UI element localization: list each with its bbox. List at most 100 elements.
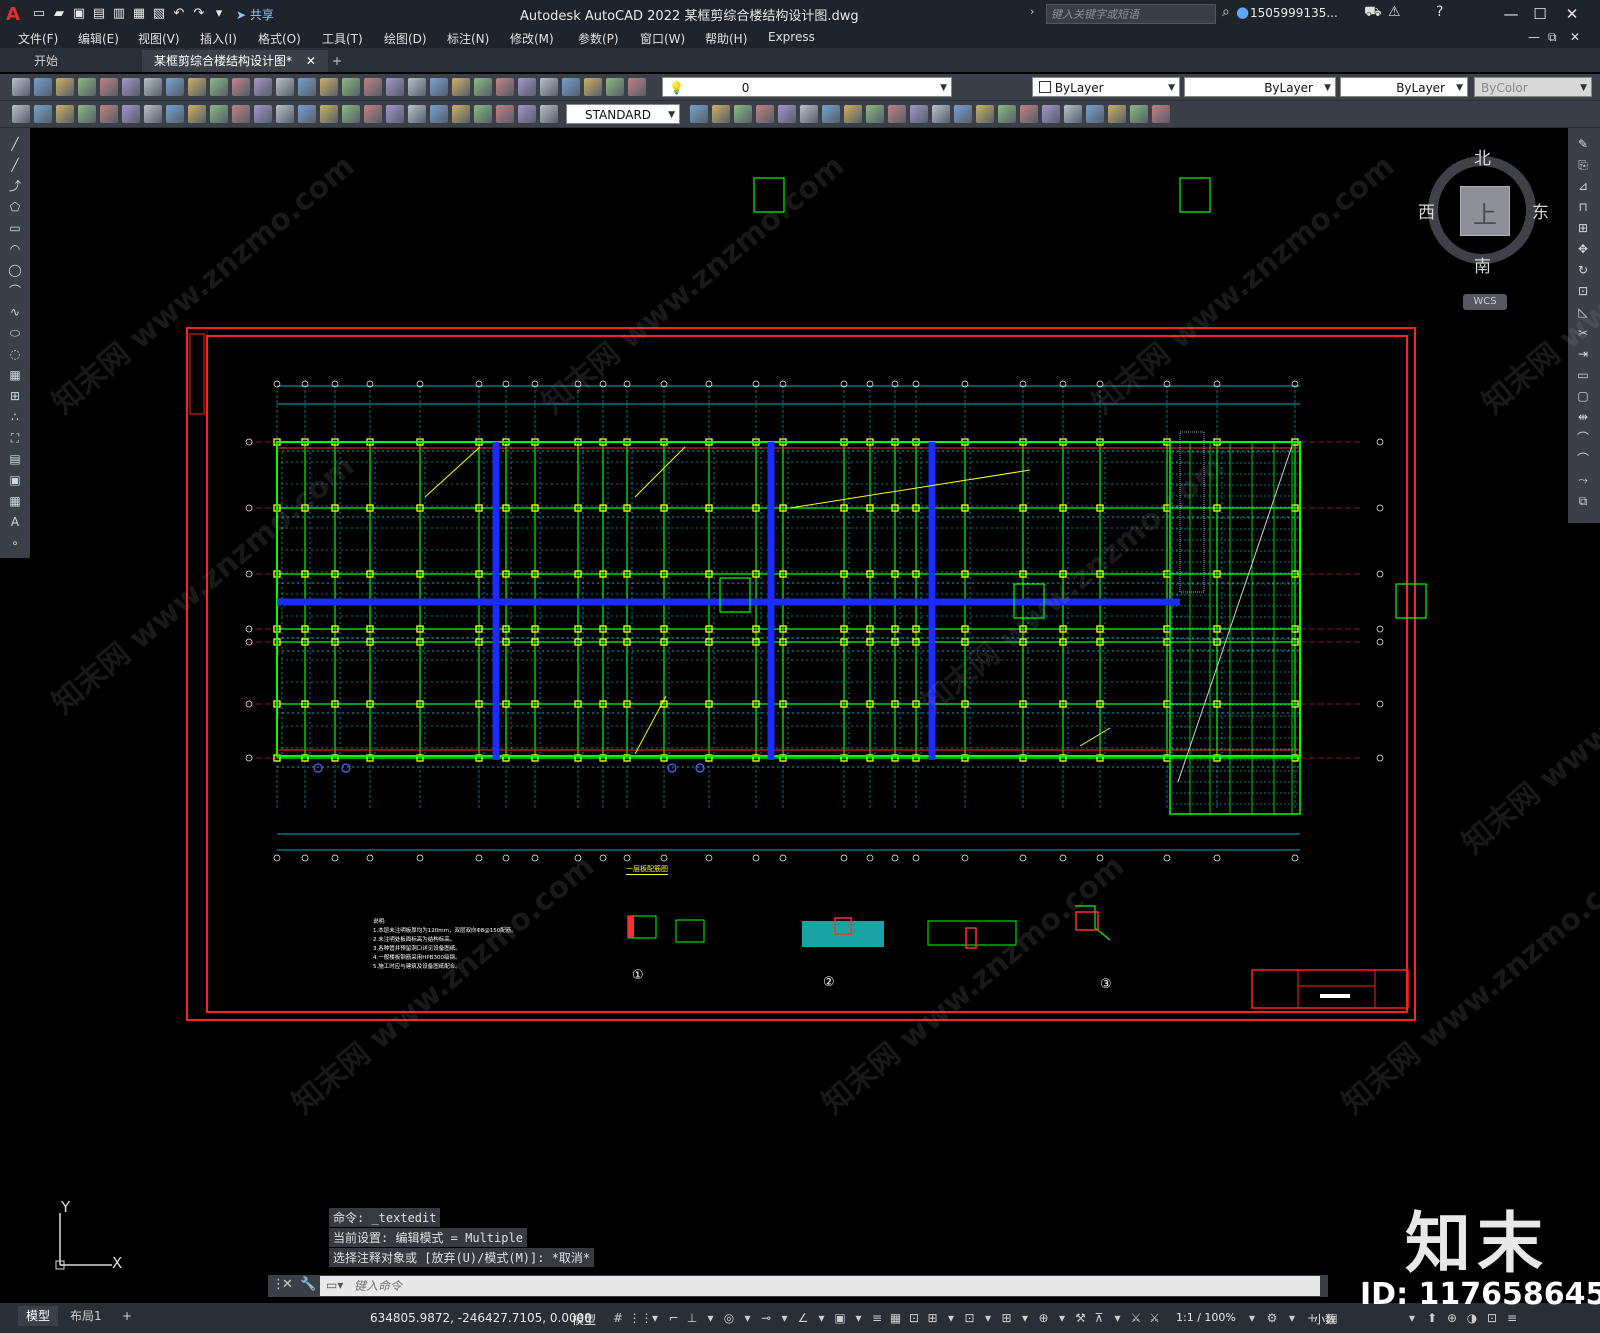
- wcs-menu[interactable]: WCS: [1463, 294, 1507, 310]
- modify-tool-icon[interactable]: ⊓: [1575, 199, 1591, 215]
- close-icon[interactable]: ✕: [282, 1277, 293, 1292]
- help-icon[interactable]: ?: [1436, 4, 1443, 20]
- save-as-icon[interactable]: ▤: [90, 5, 108, 23]
- dimension-tool-icon[interactable]: [210, 105, 228, 123]
- dimension-tool-icon[interactable]: [778, 105, 796, 123]
- dimension-tool-icon[interactable]: [1108, 105, 1126, 123]
- dimension-tool-icon[interactable]: [822, 105, 840, 123]
- status-toggle-icon[interactable]: ⊕: [1036, 1310, 1052, 1326]
- draw-tool-icon[interactable]: ◠: [7, 241, 23, 257]
- status-toggle-icon[interactable]: ▾: [703, 1310, 719, 1326]
- modify-tool-icon[interactable]: ◺: [1575, 304, 1591, 320]
- menu-window[interactable]: 窗口(W): [640, 30, 685, 47]
- modify-tool-icon[interactable]: ✎: [1575, 136, 1591, 152]
- autocad-logo-icon[interactable]: A: [6, 4, 28, 25]
- dimension-tool-icon[interactable]: [756, 105, 774, 123]
- dimension-tool-icon[interactable]: [976, 105, 994, 123]
- standard-tool-icon[interactable]: [144, 78, 162, 96]
- standard-tool-icon[interactable]: [364, 78, 382, 96]
- status-toggle-icon[interactable]: ⊼: [1091, 1310, 1107, 1326]
- status-toggle-icon[interactable]: ⊞: [999, 1310, 1015, 1326]
- compass-south[interactable]: 南: [1474, 252, 1491, 277]
- status-tool-icon[interactable]: ⚙: [1264, 1310, 1280, 1326]
- dimension-tool-icon[interactable]: [78, 105, 96, 123]
- command-prompt-icon[interactable]: ▭▾: [326, 1278, 343, 1292]
- compass-west[interactable]: 西: [1418, 198, 1435, 223]
- draw-tool-icon[interactable]: ⬠: [7, 199, 23, 215]
- lineweight-combo[interactable]: ByLayer ▼: [1340, 77, 1468, 97]
- status-toggle-icon[interactable]: ▾: [1017, 1310, 1033, 1326]
- dimension-tool-icon[interactable]: [122, 105, 140, 123]
- minimize-icon[interactable]: —: [1499, 4, 1523, 24]
- dimension-tool-icon[interactable]: [540, 105, 558, 123]
- status-tool-icon[interactable]: ⊡: [1484, 1310, 1500, 1326]
- status-toggle-icon[interactable]: ▦: [888, 1310, 904, 1326]
- status-tool-icon[interactable]: ⊕: [1444, 1310, 1460, 1326]
- dimension-tool-icon[interactable]: [1152, 105, 1170, 123]
- restore-icon[interactable]: ☐: [1528, 4, 1552, 24]
- drawing-canvas[interactable]: [30, 128, 1568, 1303]
- draw-tool-icon[interactable]: ∘: [7, 535, 23, 551]
- standard-tool-icon[interactable]: [100, 78, 118, 96]
- text-style-combo[interactable]: STANDARD ▼: [566, 104, 680, 124]
- new-tab-button[interactable]: +: [320, 50, 354, 72]
- dimension-tool-icon[interactable]: [342, 105, 360, 123]
- dimension-tool-icon[interactable]: [364, 105, 382, 123]
- units-button[interactable]: 小数: [1314, 1311, 1336, 1327]
- open-icon[interactable]: ▰: [50, 5, 68, 23]
- standard-tool-icon[interactable]: [320, 78, 338, 96]
- model-space-button[interactable]: 模型: [572, 1311, 596, 1328]
- status-toggle-icon[interactable]: ◎: [721, 1310, 737, 1326]
- status-toggle-icon[interactable]: ▣: [832, 1310, 848, 1326]
- status-toggle-icon[interactable]: ▾: [740, 1310, 756, 1326]
- viewcube[interactable]: 上 北 南 东 西: [1418, 149, 1554, 282]
- dimension-tool-icon[interactable]: [144, 105, 162, 123]
- modify-tool-icon[interactable]: ✂: [1575, 325, 1591, 341]
- draw-tool-icon[interactable]: ▭: [7, 220, 23, 236]
- dimension-tool-icon[interactable]: [800, 105, 818, 123]
- viewcube-face[interactable]: 上: [1460, 186, 1510, 236]
- dimension-tool-icon[interactable]: [518, 105, 536, 123]
- menu-edit[interactable]: 编辑(E): [78, 30, 119, 47]
- standard-tool-icon[interactable]: [78, 78, 96, 96]
- modify-tool-icon[interactable]: ⌒: [1575, 451, 1591, 467]
- status-tool-icon[interactable]: ▾: [1404, 1310, 1420, 1326]
- search-input[interactable]: 键入关键字或短语: [1046, 4, 1216, 24]
- status-toggle-icon[interactable]: ⊡: [906, 1310, 922, 1326]
- dimension-tool-icon[interactable]: [910, 105, 928, 123]
- standard-tool-icon[interactable]: [474, 78, 492, 96]
- modify-tool-icon[interactable]: ↻: [1575, 262, 1591, 278]
- doc-restore-icon[interactable]: ⧉: [1548, 30, 1557, 45]
- status-toggle-icon[interactable]: ⚔: [1128, 1310, 1144, 1326]
- draw-tool-icon[interactable]: ⊞: [7, 388, 23, 404]
- status-toggle-icon[interactable]: ▾: [647, 1310, 663, 1326]
- status-toggle-icon[interactable]: #: [610, 1310, 626, 1326]
- plotstyle-combo[interactable]: ByColor ▼: [1474, 77, 1592, 97]
- save-icon[interactable]: ▣: [70, 5, 88, 23]
- compass-north[interactable]: 北: [1474, 144, 1491, 169]
- draw-tool-icon[interactable]: ▦: [7, 367, 23, 383]
- status-tool-icon[interactable]: ◑: [1464, 1310, 1480, 1326]
- status-toggle-icon[interactable]: ▾: [1054, 1310, 1070, 1326]
- status-toggle-icon[interactable]: ⊥: [684, 1310, 700, 1326]
- dimension-tool-icon[interactable]: [430, 105, 448, 123]
- standard-tool-icon[interactable]: [12, 78, 30, 96]
- standard-tool-icon[interactable]: [584, 78, 602, 96]
- standard-tool-icon[interactable]: [342, 78, 360, 96]
- status-toggle-icon[interactable]: ⚔: [1147, 1310, 1163, 1326]
- dimension-tool-icon[interactable]: [888, 105, 906, 123]
- standard-tool-icon[interactable]: [34, 78, 52, 96]
- draw-tool-icon[interactable]: ∿: [7, 304, 23, 320]
- dimension-tool-icon[interactable]: [386, 105, 404, 123]
- status-toggle-icon[interactable]: ⊞: [925, 1310, 941, 1326]
- dimension-tool-icon[interactable]: [998, 105, 1016, 123]
- modify-tool-icon[interactable]: ▭: [1575, 367, 1591, 383]
- undo-icon[interactable]: ↶: [170, 5, 188, 23]
- customize-dropdown-icon[interactable]: ▾: [210, 5, 228, 23]
- linetype-combo[interactable]: ByLayer ▼: [1184, 77, 1336, 97]
- status-tool-icon[interactable]: ≡: [1504, 1310, 1520, 1326]
- draw-tool-icon[interactable]: ◯: [7, 262, 23, 278]
- dimension-tool-icon[interactable]: [56, 105, 74, 123]
- standard-tool-icon[interactable]: [540, 78, 558, 96]
- status-toggle-icon[interactable]: ≡: [869, 1310, 885, 1326]
